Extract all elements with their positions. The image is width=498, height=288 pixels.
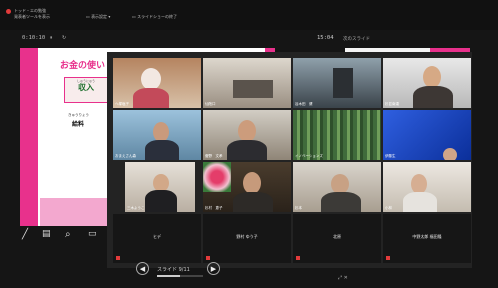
person-body bbox=[227, 140, 267, 160]
participant-name: 仙陰口 bbox=[205, 102, 216, 106]
person-face bbox=[331, 174, 349, 194]
video-tile[interactable]: イノベーションズ bbox=[293, 110, 381, 160]
participant-name: 小林 bbox=[385, 206, 392, 210]
person-body bbox=[403, 192, 437, 212]
participant-gallery: ヘ塚塩子 仙陰口 谷木田 健 杉並南達 おまえさん森 菅野 文孝 イノベーション… bbox=[107, 52, 472, 268]
slide-counter: スライド 9/11 bbox=[157, 267, 190, 273]
video-tile[interactable]: 伊藤生 bbox=[383, 110, 471, 160]
participant-name: 杉並南達 bbox=[385, 102, 399, 106]
participant-name: 菅野 文孝 bbox=[205, 154, 223, 158]
slide-pink-block bbox=[40, 198, 110, 226]
slide-accent-bar bbox=[20, 48, 38, 226]
person-body bbox=[145, 140, 179, 160]
participant-name: 杉村 恵子 bbox=[205, 206, 223, 210]
room-door bbox=[333, 68, 353, 98]
person-face bbox=[153, 122, 169, 142]
participant-name: 杉本 bbox=[295, 206, 302, 210]
chevron-down-icon: ▾ bbox=[107, 14, 111, 19]
end-show-label: スライドショーの終了 bbox=[137, 14, 178, 19]
pen-icon[interactable]: ╱ bbox=[22, 229, 28, 240]
display-settings-menu[interactable]: ▭ 表示設定 ▾ bbox=[86, 14, 110, 20]
slide-progress-bar bbox=[157, 275, 203, 277]
room-desk bbox=[233, 80, 273, 98]
title-bar: トッド・エの勉強 発表者ツールを表示 ▭ 表示設定 ▾ ▭ スライドショーの終了 bbox=[0, 0, 498, 30]
bottom-control-icons[interactable]: ⤢ ✕ bbox=[338, 275, 348, 281]
participant-name: ヘ塚塩子 bbox=[115, 102, 129, 106]
slide-income-box: しゅうにゅう 収入 bbox=[64, 77, 108, 103]
clock: 15:04 bbox=[317, 35, 334, 41]
slide-progress-fill bbox=[157, 275, 180, 277]
muted-mic-icon bbox=[116, 256, 120, 260]
slide-ruby: きゅうりょう bbox=[68, 113, 89, 117]
name-tile[interactable]: ヒデ bbox=[113, 214, 201, 263]
name-tile[interactable]: 中野太郎 福田隆 bbox=[383, 214, 471, 263]
person-face bbox=[238, 120, 256, 142]
participant-name: 三木ようこ bbox=[127, 206, 145, 210]
zoom-icon[interactable]: ⌕ bbox=[65, 229, 71, 240]
participant-name: 谷木田 健 bbox=[295, 102, 313, 106]
video-tile[interactable]: 三木ようこ bbox=[125, 162, 195, 212]
next-slide-button[interactable]: ▶ bbox=[207, 262, 220, 275]
video-tile[interactable]: 小林 bbox=[383, 162, 471, 212]
muted-mic-icon bbox=[386, 256, 390, 260]
name-tile-label: 野村 ゆう子 bbox=[236, 234, 258, 239]
video-tile[interactable]: 杉本 bbox=[293, 162, 381, 212]
record-icon bbox=[6, 9, 11, 14]
video-tile[interactable]: 菅野 文孝 bbox=[203, 110, 291, 160]
chevron-left-icon: ◀ bbox=[139, 265, 146, 273]
name-tile[interactable]: 野村 ゆう子 bbox=[203, 214, 291, 263]
box-text: 収入 bbox=[78, 83, 94, 92]
presenter-tools-button[interactable]: 発表者ツールを表示 bbox=[14, 14, 50, 20]
end-show-button[interactable]: ▭ スライドショーの終了 bbox=[132, 14, 177, 20]
person-face bbox=[411, 174, 427, 194]
reset-icon[interactable]: ↻ bbox=[62, 35, 66, 41]
participant-name: おまえさん森 bbox=[115, 154, 136, 158]
name-tile-label: 北原 bbox=[333, 234, 341, 239]
display-settings-label: 表示設定 bbox=[91, 14, 108, 19]
person-body bbox=[133, 88, 169, 108]
video-tile[interactable]: 仙陰口 bbox=[203, 58, 291, 108]
video-tile[interactable]: おまえさん森 bbox=[113, 110, 201, 160]
video-tile[interactable]: 谷木田 健 bbox=[293, 58, 381, 108]
bamboo-background bbox=[293, 110, 381, 160]
slide-text: 給料 bbox=[72, 121, 85, 128]
prev-slide-button[interactable]: ◀ bbox=[136, 262, 149, 275]
person-face bbox=[141, 68, 161, 90]
person-face bbox=[423, 66, 441, 88]
participant-name: イノベーションズ bbox=[295, 154, 323, 158]
elapsed-timer: 0:10:10 bbox=[22, 35, 46, 41]
participant-name: 伊藤生 bbox=[385, 154, 396, 158]
person-body bbox=[233, 192, 273, 212]
person-body bbox=[145, 190, 177, 212]
video-tile[interactable]: ヘ塚塩子 bbox=[113, 58, 201, 108]
name-tile[interactable]: 北原 bbox=[293, 214, 381, 263]
pause-icon[interactable]: ⏸ bbox=[50, 35, 53, 41]
person-body bbox=[413, 86, 453, 108]
next-slide-label: 次のスライド bbox=[343, 37, 370, 42]
screen-icon[interactable]: ▭ bbox=[88, 229, 97, 239]
chevron-right-icon: ▶ bbox=[210, 265, 217, 273]
video-background bbox=[383, 110, 471, 160]
name-tile-label: 中野太郎 福田隆 bbox=[412, 234, 442, 239]
slide-title: お金の使い bbox=[60, 61, 106, 71]
flower-bouquet bbox=[203, 162, 231, 192]
name-tile-label: ヒデ bbox=[153, 234, 161, 239]
video-tile[interactable]: 杉村 恵子 bbox=[203, 162, 291, 212]
muted-mic-icon bbox=[296, 256, 300, 260]
all-slides-icon[interactable]: ▤ bbox=[42, 229, 51, 239]
person-face bbox=[243, 172, 261, 194]
person-body bbox=[321, 192, 361, 212]
muted-mic-icon bbox=[206, 256, 210, 260]
video-tile[interactable]: 杉並南達 bbox=[383, 58, 471, 108]
person-face bbox=[443, 148, 457, 160]
